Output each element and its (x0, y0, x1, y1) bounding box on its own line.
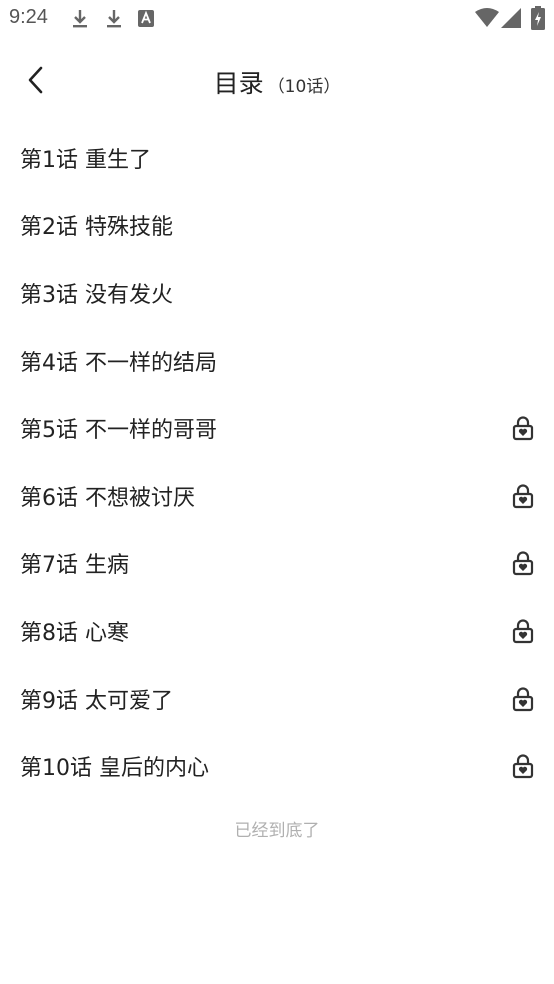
chapter-item[interactable]: 第9话 太可爱了 (0, 665, 554, 733)
lock-icon (512, 687, 534, 711)
download-icon (73, 10, 87, 28)
chapter-item[interactable]: 第3话 没有发火 (0, 259, 554, 327)
end-of-list-text: 已经到底了 (234, 821, 320, 841)
lock-icon (512, 416, 534, 441)
chapter-title: 第8话 心寒 (20, 620, 129, 646)
chapter-list: 第1话 重生了 第2话 特殊技能 第3话 没有发火第4话 不一样的结局 第5话 不一样… (0, 124, 554, 800)
chapter-title: 第9话 太可爱了 (20, 688, 173, 714)
chapter-item[interactable]: 第7话 生病 (0, 530, 554, 598)
chapter-title: 第5话 不一样的哥哥 (20, 418, 217, 444)
status-time: 9:24 (9, 6, 48, 28)
chapter-title: 第2话 特殊技能 (20, 215, 173, 241)
lock-icon (512, 484, 534, 508)
header: 目录 （10话） (0, 48, 554, 112)
chapter-title: 第1话 重生了 (20, 147, 151, 173)
text-a-icon (138, 10, 154, 27)
chapter-title: 第3话 没有发火 (20, 282, 173, 308)
chapter-title: 第7话 生病 (20, 553, 129, 579)
download-icon (107, 10, 121, 28)
chapter-item[interactable]: 第4话 不一样的结局 (0, 327, 554, 395)
chapter-item[interactable]: 第2话 特殊技能 (0, 192, 554, 260)
signal-icon (501, 8, 521, 28)
wifi-icon (475, 8, 499, 27)
chapter-item[interactable]: 第8话 心寒 (0, 597, 554, 665)
chapter-title: 第6话 不想被讨厌 (20, 485, 195, 511)
lock-icon (512, 754, 534, 779)
status-bar: 9:24 (0, 0, 554, 36)
chapter-item[interactable]: 第10话 皇后的内心 (0, 732, 554, 800)
chapter-title: 第4话 不一样的结局 (20, 350, 217, 376)
chapter-count: （10话） (267, 77, 341, 97)
chapter-item[interactable]: 第5话 不一样的哥哥 (0, 394, 554, 462)
battery-icon (531, 6, 545, 30)
page-title: 目录 （10话） (0, 64, 554, 100)
chapter-item[interactable]: 第6话 不想被讨厌 (0, 462, 554, 530)
lock-icon (512, 619, 534, 644)
lock-icon (512, 551, 534, 576)
title-text: 目录 (213, 69, 264, 98)
chapter-item[interactable]: 第1话 重生了 (0, 124, 554, 192)
chapter-title: 第10话 皇后的内心 (20, 756, 209, 782)
